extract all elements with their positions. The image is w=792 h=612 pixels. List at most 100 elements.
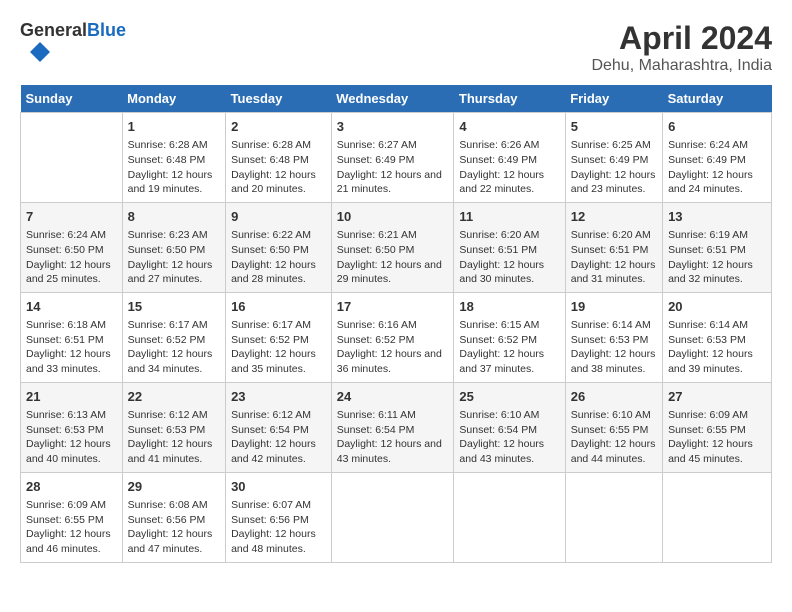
day-info: Sunrise: 6:15 AM Sunset: 6:52 PM Dayligh… [459,318,559,377]
day-number: 5 [571,118,657,136]
calendar-cell: 13 Sunrise: 6:19 AM Sunset: 6:51 PM Dayli… [663,202,772,292]
calendar-cell: 10 Sunrise: 6:21 AM Sunset: 6:50 PM Dayli… [331,202,454,292]
day-info: Sunrise: 6:24 AM Sunset: 6:49 PM Dayligh… [668,138,766,197]
column-header-thursday: Thursday [454,85,565,113]
day-number: 26 [571,388,657,406]
day-info: Sunrise: 6:24 AM Sunset: 6:50 PM Dayligh… [26,228,117,287]
day-number: 24 [337,388,449,406]
week-row: 1 Sunrise: 6:28 AM Sunset: 6:48 PM Daylig… [21,113,772,203]
day-number: 20 [668,298,766,316]
calendar-cell: 17Sunrise: 6:16 AM Sunset: 6:52 PM Dayli… [331,292,454,382]
day-info: Sunrise: 6:18 AM Sunset: 6:51 PM Dayligh… [26,318,117,377]
calendar-cell: 29 Sunrise: 6:08 AM Sunset: 6:56 PM Dayli… [122,472,225,562]
column-header-saturday: Saturday [663,85,772,113]
day-number: 1 [128,118,220,136]
day-info: Sunrise: 6:09 AM Sunset: 6:55 PM Dayligh… [668,408,766,467]
logo-blue: Blue [87,20,126,40]
day-info: Sunrise: 6:17 AM Sunset: 6:52 PM Dayligh… [128,318,220,377]
day-number: 15 [128,298,220,316]
calendar-cell [663,472,772,562]
calendar-cell: 26 Sunrise: 6:10 AM Sunset: 6:55 PM Dayli… [565,382,662,472]
day-info: Sunrise: 6:20 AM Sunset: 6:51 PM Dayligh… [571,228,657,287]
day-number: 18 [459,298,559,316]
calendar-cell: 25 Sunrise: 6:10 AM Sunset: 6:54 PM Dayli… [454,382,565,472]
day-info: Sunrise: 6:09 AM Sunset: 6:55 PM Dayligh… [26,498,117,557]
calendar-cell: 20Sunrise: 6:14 AM Sunset: 6:53 PM Dayli… [663,292,772,382]
calendar-cell: 15 Sunrise: 6:17 AM Sunset: 6:52 PM Dayli… [122,292,225,382]
day-number: 17 [337,298,449,316]
logo-icon [20,42,60,62]
calendar-cell: 16Sunrise: 6:17 AM Sunset: 6:52 PM Dayli… [226,292,332,382]
calendar-cell [565,472,662,562]
calendar-cell: 12 Sunrise: 6:20 AM Sunset: 6:51 PM Dayli… [565,202,662,292]
column-header-monday: Monday [122,85,225,113]
day-number: 4 [459,118,559,136]
calendar-cell: 19 Sunrise: 6:14 AM Sunset: 6:53 PM Dayli… [565,292,662,382]
day-number: 10 [337,208,449,226]
day-info: Sunrise: 6:10 AM Sunset: 6:54 PM Dayligh… [459,408,559,467]
week-row: 28 Sunrise: 6:09 AM Sunset: 6:55 PM Dayli… [21,472,772,562]
day-info: Sunrise: 6:11 AM Sunset: 6:54 PM Dayligh… [337,408,449,467]
day-info: Sunrise: 6:07 AM Sunset: 6:56 PM Dayligh… [231,498,326,557]
day-number: 7 [26,208,117,226]
column-header-tuesday: Tuesday [226,85,332,113]
day-info: Sunrise: 6:22 AM Sunset: 6:50 PM Dayligh… [231,228,326,287]
calendar-cell: 27Sunrise: 6:09 AM Sunset: 6:55 PM Dayli… [663,382,772,472]
calendar-cell: 28 Sunrise: 6:09 AM Sunset: 6:55 PM Dayli… [21,472,123,562]
calendar-cell: 22Sunrise: 6:12 AM Sunset: 6:53 PM Dayli… [122,382,225,472]
calendar-cell: 9 Sunrise: 6:22 AM Sunset: 6:50 PM Daylig… [226,202,332,292]
day-info: Sunrise: 6:28 AM Sunset: 6:48 PM Dayligh… [128,138,220,197]
calendar-cell [454,472,565,562]
day-info: Sunrise: 6:19 AM Sunset: 6:51 PM Dayligh… [668,228,766,287]
calendar-cell: 1 Sunrise: 6:28 AM Sunset: 6:48 PM Daylig… [122,113,225,203]
day-number: 19 [571,298,657,316]
calendar-cell [21,113,123,203]
day-number: 13 [668,208,766,226]
week-row: 14 Sunrise: 6:18 AM Sunset: 6:51 PM Dayli… [21,292,772,382]
calendar-cell: 14 Sunrise: 6:18 AM Sunset: 6:51 PM Dayli… [21,292,123,382]
day-number: 14 [26,298,117,316]
day-number: 8 [128,208,220,226]
logo: GeneralBlue [20,20,126,67]
calendar-cell: 23Sunrise: 6:12 AM Sunset: 6:54 PM Dayli… [226,382,332,472]
calendar-cell: 21Sunrise: 6:13 AM Sunset: 6:53 PM Dayli… [21,382,123,472]
calendar-cell: 30 Sunrise: 6:07 AM Sunset: 6:56 PM Dayli… [226,472,332,562]
day-info: Sunrise: 6:23 AM Sunset: 6:50 PM Dayligh… [128,228,220,287]
day-number: 29 [128,478,220,496]
day-info: Sunrise: 6:10 AM Sunset: 6:55 PM Dayligh… [571,408,657,467]
day-info: Sunrise: 6:21 AM Sunset: 6:50 PM Dayligh… [337,228,449,287]
day-number: 28 [26,478,117,496]
main-title: April 2024 [591,20,772,57]
day-info: Sunrise: 6:25 AM Sunset: 6:49 PM Dayligh… [571,138,657,197]
column-header-sunday: Sunday [21,85,123,113]
day-info: Sunrise: 6:26 AM Sunset: 6:49 PM Dayligh… [459,138,559,197]
column-header-wednesday: Wednesday [331,85,454,113]
day-info: Sunrise: 6:14 AM Sunset: 6:53 PM Dayligh… [571,318,657,377]
calendar-header-row: SundayMondayTuesdayWednesdayThursdayFrid… [21,85,772,113]
day-number: 30 [231,478,326,496]
logo-general: General [20,20,87,40]
day-info: Sunrise: 6:28 AM Sunset: 6:48 PM Dayligh… [231,138,326,197]
week-row: 21Sunrise: 6:13 AM Sunset: 6:53 PM Dayli… [21,382,772,472]
day-number: 12 [571,208,657,226]
day-number: 23 [231,388,326,406]
day-info: Sunrise: 6:20 AM Sunset: 6:51 PM Dayligh… [459,228,559,287]
calendar-cell: 8 Sunrise: 6:23 AM Sunset: 6:50 PM Daylig… [122,202,225,292]
column-header-friday: Friday [565,85,662,113]
day-number: 3 [337,118,449,136]
calendar-cell: 2Sunrise: 6:28 AM Sunset: 6:48 PM Daylig… [226,113,332,203]
week-row: 7 Sunrise: 6:24 AM Sunset: 6:50 PM Daylig… [21,202,772,292]
title-block: April 2024 Dehu, Maharashtra, India [591,20,772,75]
calendar-table: SundayMondayTuesdayWednesdayThursdayFrid… [20,85,772,563]
day-number: 9 [231,208,326,226]
calendar-cell: 3Sunrise: 6:27 AM Sunset: 6:49 PM Daylig… [331,113,454,203]
calendar-cell [331,472,454,562]
day-info: Sunrise: 6:17 AM Sunset: 6:52 PM Dayligh… [231,318,326,377]
calendar-cell: 11Sunrise: 6:20 AM Sunset: 6:51 PM Dayli… [454,202,565,292]
page-header: GeneralBlue April 2024 Dehu, Maharashtra… [20,20,772,75]
calendar-cell: 6Sunrise: 6:24 AM Sunset: 6:49 PM Daylig… [663,113,772,203]
calendar-cell: 7 Sunrise: 6:24 AM Sunset: 6:50 PM Daylig… [21,202,123,292]
calendar-cell: 18 Sunrise: 6:15 AM Sunset: 6:52 PM Dayli… [454,292,565,382]
day-number: 25 [459,388,559,406]
day-info: Sunrise: 6:08 AM Sunset: 6:56 PM Dayligh… [128,498,220,557]
